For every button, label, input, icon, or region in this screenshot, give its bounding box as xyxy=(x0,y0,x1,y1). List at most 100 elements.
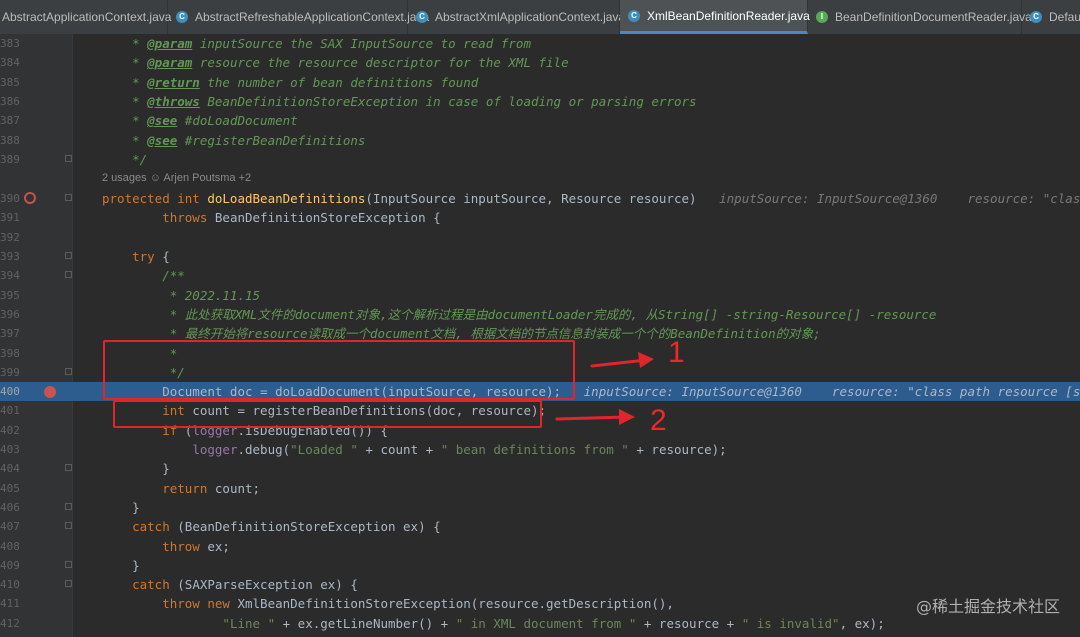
code-line[interactable]: 403 logger.debug("Loaded " + count + " b… xyxy=(0,440,1080,459)
code-token: * xyxy=(102,93,148,109)
fold-icon[interactable] xyxy=(65,560,72,568)
line-number: 397 xyxy=(0,327,20,341)
author-hint[interactable]: Arjen Poutsma +2 xyxy=(163,172,251,184)
editor-tab-bar: AbstractApplicationContext.java C Abstract… xyxy=(0,0,1080,35)
code-line[interactable]: 404 } xyxy=(0,459,1080,478)
code-text: } xyxy=(102,459,170,478)
code-line[interactable]: 392 xyxy=(0,228,1080,247)
code-line[interactable]: 394 /** xyxy=(0,266,1080,285)
code-line[interactable]: 393 try { xyxy=(0,247,1080,266)
code-token: inputSource the SAX InputSource to read … xyxy=(192,36,531,51)
code-line[interactable]: 407 catch (BeanDefinitionStoreException … xyxy=(0,517,1080,536)
fold-icon[interactable] xyxy=(65,502,72,510)
usages-inlay-hint[interactable]: 2 usages ☺ Arjen Poutsma +2 xyxy=(102,172,251,184)
code-token: , ex); xyxy=(839,615,885,631)
code-line[interactable]: 396 * 此处获取XML文件的document对象,这个解析过程是由docum… xyxy=(0,305,1080,324)
code-token: try xyxy=(102,249,163,264)
code-text: throw ex; xyxy=(102,537,230,556)
breakpoint-icon[interactable] xyxy=(44,386,56,399)
code-line[interactable]: 410 catch (SAXParseException ex) { xyxy=(0,575,1080,594)
line-number: 410 xyxy=(0,578,20,592)
author-icon: ☺ xyxy=(146,172,164,185)
line-number: 403 xyxy=(0,443,20,456)
fold-icon[interactable] xyxy=(65,194,72,202)
code-token: in case of loading or parsing errors xyxy=(418,93,697,109)
code-line[interactable]: 387 * @see #doLoadDocument xyxy=(0,111,1080,130)
code-token: + count + xyxy=(357,442,441,457)
fold-icon[interactable] xyxy=(65,271,72,279)
code-token: doLoadBeanDefinitions xyxy=(207,191,366,207)
code-token: ex; xyxy=(207,538,230,554)
code-token: + ex.getLineNumber() + xyxy=(275,615,456,631)
method-breakpoint-icon[interactable] xyxy=(24,192,36,205)
code-line[interactable]: 406 } xyxy=(0,498,1080,517)
code-line[interactable]: 391 throws BeanDefinitionStoreException … xyxy=(0,208,1080,227)
code-line[interactable]: 383 * @param inputSource the SAX InputSo… xyxy=(0,34,1080,53)
code-line[interactable]: 408 throw ex; xyxy=(0,537,1080,556)
code-text: catch (SAXParseException ex) { xyxy=(102,575,358,594)
fold-icon[interactable] xyxy=(65,367,72,375)
code-token: * xyxy=(102,36,148,51)
annotation-box-2 xyxy=(113,400,542,428)
code-token: * xyxy=(102,132,148,148)
line-number: 395 xyxy=(0,288,20,302)
code-token: " in XML document from " xyxy=(455,615,637,631)
tab-3[interactable]: C AbstractXmlApplicationContext.java xyxy=(408,0,625,34)
code-editor[interactable]: 383 * @param inputSource the SAX InputSo… xyxy=(0,34,1080,637)
tab-5[interactable]: I BeanDefinitionDocumentReader.java xyxy=(808,0,1032,34)
code-token: catch xyxy=(102,519,178,535)
code-token: XmlBeanDefinitionStoreException(resource… xyxy=(237,596,674,612)
interface-icon: I xyxy=(816,11,828,23)
code-text: try { xyxy=(102,247,170,266)
watermark: @稀土掘金技术社区 xyxy=(915,597,1060,616)
line-number: 391 xyxy=(0,211,20,225)
tab-label: AbstractXmlApplicationContext.java xyxy=(435,10,626,24)
line-number: 411 xyxy=(0,597,20,611)
code-line[interactable]: 405 return count; xyxy=(0,479,1080,498)
annotation-number-1: 1 xyxy=(668,336,685,369)
code-text: catch (BeanDefinitionStoreException ex) … xyxy=(102,517,441,536)
tab-1[interactable]: AbstractApplicationContext.java xyxy=(0,0,172,34)
tab-label: DefaultB xyxy=(1049,10,1080,24)
line-number: 400 xyxy=(0,385,20,399)
code-token: } xyxy=(102,557,140,573)
code-token: " bean definitions from " xyxy=(440,442,629,457)
code-line[interactable]: 395 * 2022.11.15 xyxy=(0,286,1080,305)
fold-icon[interactable] xyxy=(65,580,72,588)
tab-2[interactable]: C AbstractRefreshableApplicationContext.j… xyxy=(168,0,429,34)
fold-icon[interactable] xyxy=(65,154,72,162)
fold-icon[interactable] xyxy=(65,522,72,530)
code-token: @see xyxy=(147,113,178,129)
code-text: * @return the number of bean definitions… xyxy=(102,73,478,92)
code-token: return xyxy=(102,480,215,496)
usages-count[interactable]: 2 usages xyxy=(102,172,147,184)
code-token: } xyxy=(102,461,170,477)
tab-label: XmlBeanDefinitionReader.java xyxy=(647,8,810,23)
code-line[interactable]: 386 * @throws BeanDefinitionStoreExcepti… xyxy=(0,92,1080,111)
code-token: * xyxy=(102,74,148,90)
code-token: resource the resource descriptor for the… xyxy=(192,55,569,71)
tab-4[interactable]: CXmlBeanDefinitionReader.java× xyxy=(620,0,824,34)
code-line[interactable]: 384 * @param resource the resource descr… xyxy=(0,53,1080,72)
tab-label: AbstractApplicationContext.java xyxy=(2,10,172,24)
code-text: logger.debug("Loaded " + count + " bean … xyxy=(102,440,726,459)
code-line[interactable]: 385 * @return the number of bean definit… xyxy=(0,73,1080,92)
code-line[interactable]: 390 protected int doLoadBeanDefinitions(I… xyxy=(0,189,1080,208)
code-text: /** xyxy=(102,266,185,285)
code-token: (BeanDefinitionStoreException ex) { xyxy=(177,519,441,535)
tab-6[interactable]: C DefaultB xyxy=(1022,0,1080,34)
line-number: 401 xyxy=(0,404,20,418)
fold-icon[interactable] xyxy=(65,464,72,472)
code-line[interactable]: 389 */ xyxy=(0,150,1080,169)
line-number: 396 xyxy=(0,307,20,321)
code-text: "Line " + ex.getLineNumber() + " in XML … xyxy=(102,614,885,633)
code-line[interactable]: 388 * @see #registerBeanDefinitions xyxy=(0,131,1080,150)
annotation-arrow-2 xyxy=(555,409,635,425)
code-token: @param xyxy=(147,55,193,71)
line-number: 412 xyxy=(0,616,20,630)
code-line[interactable]: 409 } xyxy=(0,556,1080,575)
line-number: 384 xyxy=(0,56,20,70)
fold-icon[interactable] xyxy=(65,252,72,259)
